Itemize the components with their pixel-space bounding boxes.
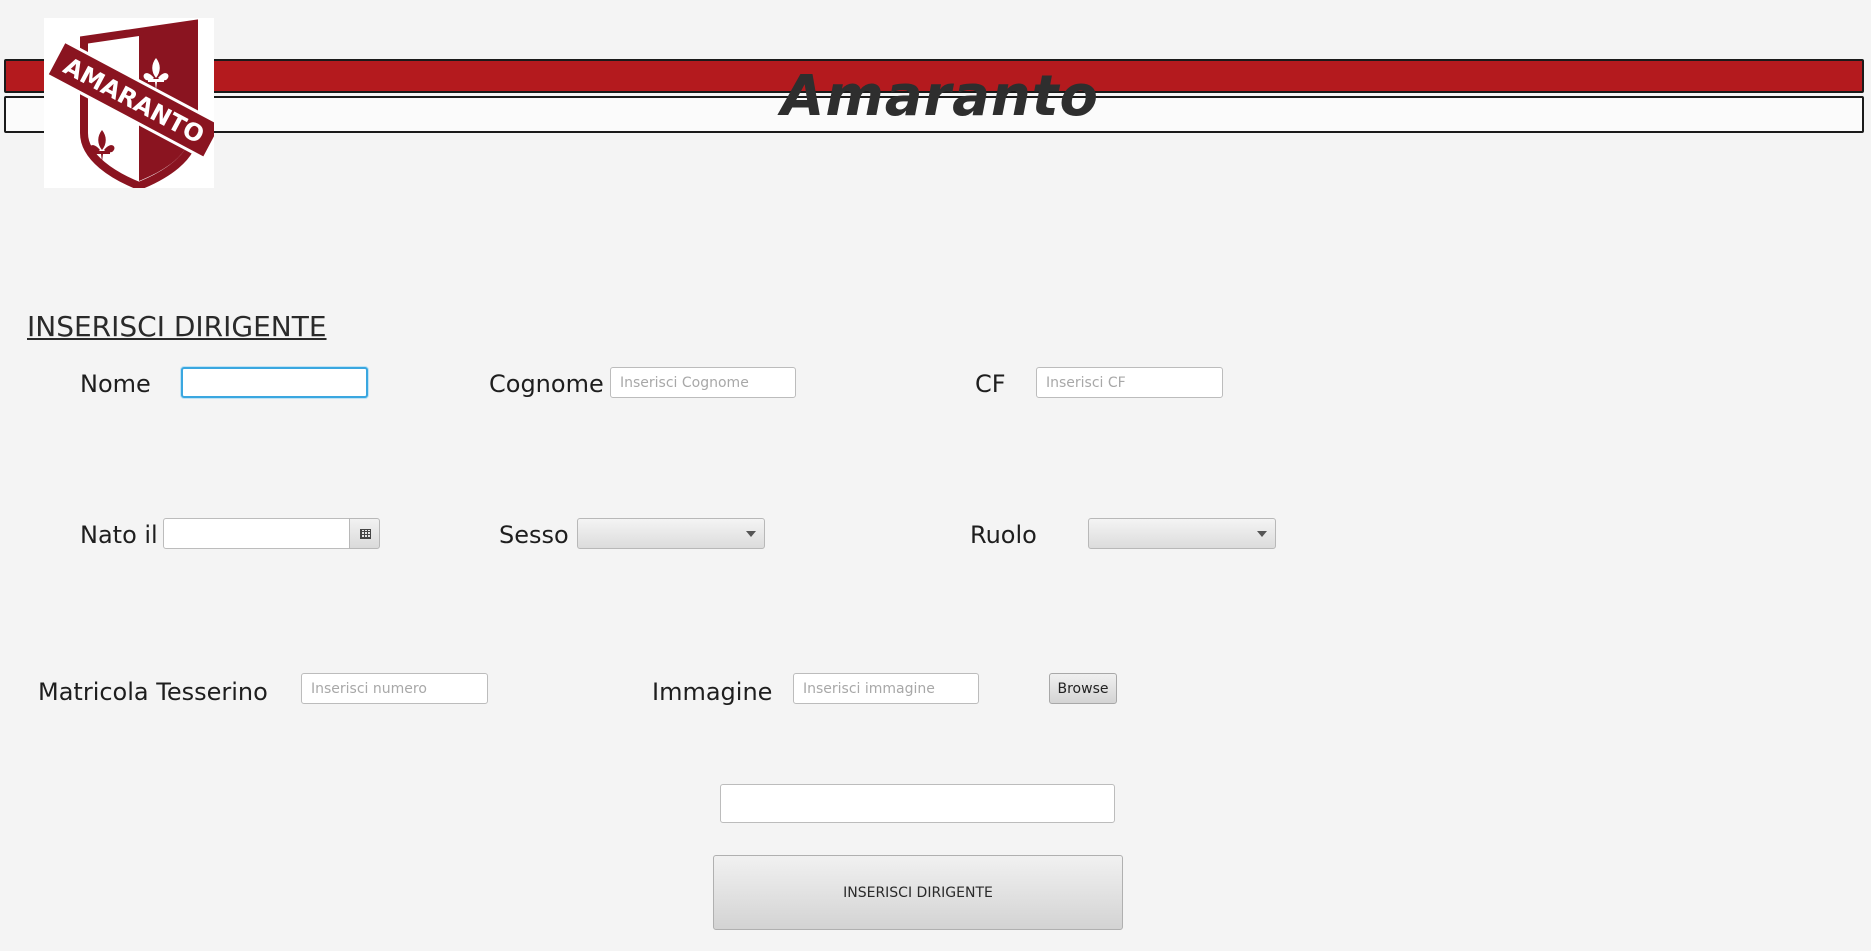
inserisci-dirigente-button[interactable]: INSERISCI DIRIGENTE (713, 855, 1123, 930)
birth-date-input[interactable] (163, 518, 351, 549)
date-picker-button[interactable] (349, 518, 380, 549)
immagine-input[interactable] (793, 673, 979, 704)
chevron-down-icon (1257, 531, 1267, 537)
section-title: INSERISCI DIRIGENTE (27, 310, 327, 343)
sesso-select[interactable] (577, 518, 765, 549)
cf-input[interactable] (1036, 367, 1223, 398)
ruolo-select[interactable] (1088, 518, 1276, 549)
immagine-label: Immagine (652, 678, 773, 706)
matricola-label: Matricola Tesserino (38, 678, 268, 706)
cf-label: CF (975, 370, 1006, 398)
calendar-icon (360, 529, 371, 539)
result-field[interactable] (720, 784, 1115, 823)
ruolo-label: Ruolo (970, 521, 1037, 549)
browse-button[interactable]: Browse (1049, 673, 1117, 704)
cognome-label: Cognome (489, 370, 604, 398)
nome-input[interactable] (181, 367, 368, 398)
amaranto-logo: AMARANTO (44, 18, 224, 191)
chevron-down-icon (746, 531, 756, 537)
nome-label: Nome (80, 370, 151, 398)
cognome-input[interactable] (610, 367, 796, 398)
matricola-input[interactable] (301, 673, 488, 704)
app-title: Amaranto (781, 64, 1099, 129)
sesso-label: Sesso (499, 521, 569, 549)
nato-il-label: Nato il (80, 521, 158, 549)
